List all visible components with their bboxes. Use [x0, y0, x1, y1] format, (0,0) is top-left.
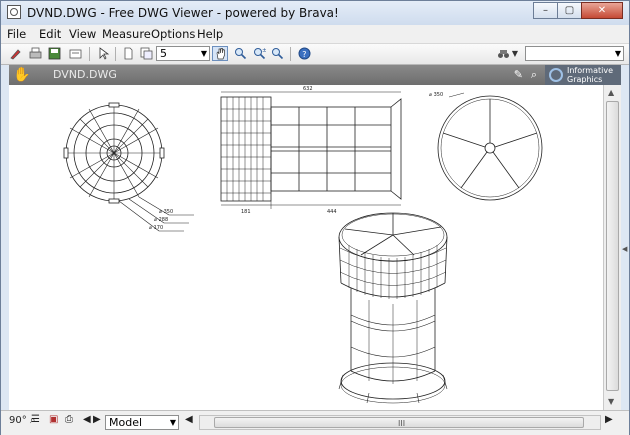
zoom-fit-icon[interactable]: [269, 46, 285, 61]
menu-edit[interactable]: Edit: [39, 27, 61, 41]
tab-scroll-left-icon[interactable]: ◀: [83, 414, 91, 425]
dim-181: 181: [241, 209, 251, 215]
scroll-up-icon[interactable]: ▲: [608, 88, 614, 97]
markup-list-icon[interactable]: ▣: [49, 414, 58, 425]
title-bar: DVND.DWG - Free DWG Viewer - powered by …: [1, 1, 629, 25]
cad-drawing: ⌀ 350 ⌀ 288 ⌀ 170 632 181 444 ⌀ 350: [63, 86, 543, 404]
page-number-select[interactable]: 5 ▼: [156, 46, 210, 61]
drawing-canvas[interactable]: ⌀ 350 ⌀ 288 ⌀ 170 632 181 444 ⌀ 350: [9, 85, 603, 410]
chevron-left-icon[interactable]: ◀: [622, 245, 627, 253]
app-icon: [7, 5, 21, 19]
dim-dia-350-right: ⌀ 350: [429, 92, 443, 98]
window-title: DVND.DWG - Free DWG Viewer - powered by …: [27, 6, 339, 20]
layout-tab-value: Model: [109, 416, 143, 429]
dim-dia-350-left: ⌀ 350: [159, 209, 173, 215]
chevron-down-icon: ▼: [169, 418, 176, 427]
isometric-view: [338, 212, 448, 404]
menu-bar: File Edit View Measure Options Help: [1, 25, 629, 44]
side-elevation: [220, 91, 402, 209]
page-number-value: 5: [160, 47, 167, 60]
app-window: DVND.DWG - Free DWG Viewer - powered by …: [0, 0, 630, 435]
dim-dia-170: ⌀ 170: [149, 225, 163, 231]
menu-options[interactable]: Options: [151, 27, 195, 41]
menu-file[interactable]: File: [7, 27, 26, 41]
menu-help[interactable]: Help: [197, 27, 223, 41]
zoom-window-icon[interactable]: [232, 46, 248, 61]
horizontal-scrollbar[interactable]: III: [199, 415, 601, 430]
save-icon[interactable]: [46, 46, 62, 61]
pages-icon[interactable]: [138, 46, 154, 61]
horizontal-scroll-thumb[interactable]: III: [214, 417, 584, 428]
minimize-button[interactable]: –: [533, 2, 558, 19]
chevron-down-icon: ▼: [200, 49, 207, 58]
tab-scroll-right-icon[interactable]: ▶: [93, 414, 101, 425]
markup-icon[interactable]: [7, 46, 23, 61]
status-bar: 90° ⌕ ☰ ▣ ⎙ ◀ ▶ Model ▼ ◀ III ▶: [1, 410, 629, 435]
side-panel-handle[interactable]: ◀: [621, 85, 629, 410]
print-icon[interactable]: [27, 46, 43, 61]
search-field[interactable]: ▼: [525, 46, 624, 61]
vertical-scrollbar[interactable]: ▲ ▼: [603, 85, 621, 410]
search-options-chevron-icon[interactable]: ▼: [510, 46, 520, 61]
binoculars-icon[interactable]: [495, 46, 511, 61]
brand-logo-area: Informative Graphics: [545, 65, 621, 85]
scroll-grip: III: [398, 419, 406, 428]
dim-dia-288: ⌀ 288: [154, 217, 168, 223]
layout-tab-select[interactable]: Model ▼: [105, 415, 179, 430]
maximize-button[interactable]: ▢: [557, 2, 582, 19]
viewer-header: ✋ DVND.DWG ✎ ⌕ Informative Graphics: [9, 65, 621, 85]
select-icon[interactable]: [95, 46, 111, 61]
svg-text:?: ?: [302, 50, 306, 59]
dim-444: 444: [327, 209, 337, 215]
menu-measure[interactable]: Measure: [102, 27, 151, 41]
svg-text:±: ±: [262, 47, 266, 54]
zoom-in-out-icon[interactable]: ±: [251, 46, 267, 61]
rotation-value: 90°: [9, 415, 27, 426]
hscroll-left-icon[interactable]: ◀: [185, 414, 193, 425]
informative-graphics-logo-icon: [549, 68, 563, 82]
top-view-left: [63, 102, 194, 232]
vertical-scroll-thumb[interactable]: [606, 101, 619, 391]
print-preview-icon[interactable]: ⎙: [65, 414, 73, 425]
menu-view[interactable]: View: [69, 27, 96, 41]
page-icon[interactable]: [120, 46, 136, 61]
hscroll-right-icon[interactable]: ▶: [605, 414, 613, 425]
zoom-search-icon[interactable]: ⌕: [531, 68, 537, 82]
help-icon[interactable]: ?: [296, 46, 312, 61]
hand-icon: ✋: [13, 67, 31, 83]
scroll-down-icon[interactable]: ▼: [608, 397, 614, 406]
layers-icon[interactable]: ☰: [31, 414, 40, 425]
close-button[interactable]: ✕: [581, 2, 623, 19]
brand-line-2: Graphics: [567, 75, 603, 84]
document-tab[interactable]: DVND.DWG: [53, 68, 117, 81]
dim-632: 632: [303, 86, 313, 92]
chevron-down-icon: ▼: [614, 49, 621, 58]
eraser-icon[interactable]: ✎: [514, 68, 523, 81]
toolbar: 5 ▼ ± ? ▼ ▼: [1, 44, 629, 65]
brand-line-1: Informative: [567, 66, 613, 75]
pan-hand-icon[interactable]: [212, 46, 228, 61]
top-view-right: [437, 92, 543, 201]
page-setup-icon[interactable]: [67, 46, 83, 61]
